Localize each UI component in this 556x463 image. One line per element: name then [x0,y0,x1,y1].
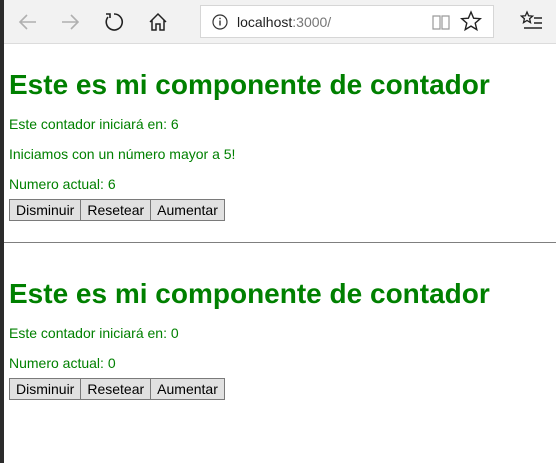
increase-button[interactable]: Aumentar [150,378,225,400]
counter-title: Este es mi componente de contador [9,69,490,100]
browser-window: localhost:3000/ Este es mi componente de… [4,0,556,463]
address-url[interactable]: localhost:3000/ [237,14,331,30]
address-path: :3000/ [292,14,332,30]
refresh-button[interactable] [98,6,130,38]
arrow-left-icon [18,14,36,30]
info-icon[interactable] [211,13,229,36]
counter-current-value: Numero actual: 6 [9,176,116,192]
counter-start-text: Este contador iniciará en: 0 [9,325,179,341]
browser-toolbar: localhost:3000/ [4,0,556,44]
counter-buttons: Disminuir Resetear Aumentar [9,378,490,400]
counter-message: Iniciamos con un número mayor a 5! [9,146,236,162]
counter-start-text: Este contador iniciará en: 6 [9,116,179,132]
refresh-icon [105,13,124,31]
decrease-button[interactable]: Disminuir [9,199,82,221]
reset-button[interactable]: Resetear [80,199,152,221]
counter-title: Este es mi componente de contador [9,278,490,309]
separator [4,242,556,243]
favorites-hub-button[interactable] [519,10,544,37]
address-host: localhost [237,14,293,30]
favorites-list-icon [519,10,542,29]
back-button[interactable] [12,6,44,38]
reset-button[interactable]: Resetear [80,378,152,400]
favorite-star-button[interactable] [459,10,483,37]
counter-component-2: Este es mi componente de contador Este c… [4,278,490,400]
increase-button[interactable]: Aumentar [150,199,225,221]
counter-current-value: Numero actual: 0 [9,355,116,371]
arrow-right-icon [62,14,80,30]
address-bar[interactable]: localhost:3000/ [200,5,494,38]
counter-buttons: Disminuir Resetear Aumentar [9,199,490,221]
reading-view-icon[interactable] [431,12,451,37]
forward-button[interactable] [54,6,86,38]
home-button[interactable] [142,6,174,38]
counter-component-1: Este es mi componente de contador Este c… [4,69,490,221]
decrease-button[interactable]: Disminuir [9,378,82,400]
star-icon [459,10,483,32]
home-icon [149,12,167,31]
